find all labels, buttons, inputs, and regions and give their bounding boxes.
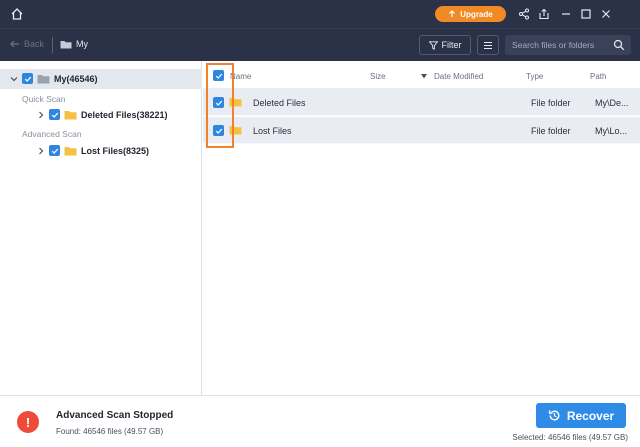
folder-icon bbox=[229, 98, 242, 107]
lost-files-label: Lost Files(8325) bbox=[81, 145, 150, 156]
folder-tree-panel: My(46546) Quick Scan Deleted Files(38221… bbox=[0, 61, 202, 395]
checkmark-icon bbox=[51, 112, 58, 118]
table-row[interactable]: Lost Files File folder My\Lo... bbox=[203, 117, 640, 144]
tree-root-label: My(46546) bbox=[54, 73, 98, 84]
filter-icon bbox=[428, 40, 438, 50]
deleted-files-label: Deleted Files(38221) bbox=[81, 109, 168, 120]
checkmark-icon bbox=[24, 76, 31, 82]
row-path: My\Lo... bbox=[595, 126, 628, 136]
search-input[interactable] bbox=[512, 40, 612, 50]
nav-bar: Back My Filter bbox=[0, 28, 640, 61]
upgrade-label: Upgrade bbox=[460, 9, 493, 19]
close-icon[interactable] bbox=[600, 8, 612, 20]
recover-button[interactable]: Recover bbox=[536, 403, 626, 428]
search-icon[interactable] bbox=[613, 39, 625, 51]
checkmark-icon bbox=[215, 100, 222, 106]
view-menu-button[interactable] bbox=[477, 35, 499, 55]
checkmark-icon bbox=[215, 73, 222, 79]
table-row[interactable]: Deleted Files File folder My\De... bbox=[203, 89, 640, 116]
share-icon[interactable] bbox=[518, 8, 530, 20]
folder-icon bbox=[64, 110, 77, 119]
back-label: Back bbox=[24, 39, 45, 49]
upgrade-button[interactable]: Upgrade bbox=[435, 6, 506, 22]
chevron-right-icon[interactable] bbox=[37, 147, 45, 155]
column-type[interactable]: Type bbox=[526, 72, 543, 81]
hamburger-icon bbox=[484, 41, 492, 49]
sort-down-icon[interactable] bbox=[421, 74, 427, 79]
minimize-icon[interactable] bbox=[560, 8, 572, 20]
advanced-scan-heading: Advanced Scan bbox=[22, 129, 82, 139]
selected-files-text: Selected: 46546 files (49.57 GB) bbox=[512, 433, 628, 442]
scan-status-title: Advanced Scan Stopped bbox=[56, 410, 174, 421]
tree-item-lost-files[interactable]: Lost Files(8325) bbox=[37, 145, 149, 156]
status-bar: ! Advanced Scan Stopped Found: 46546 fil… bbox=[0, 395, 640, 447]
filter-button[interactable]: Filter bbox=[419, 35, 471, 55]
chevron-right-icon[interactable] bbox=[37, 111, 45, 119]
row-type: File folder bbox=[531, 98, 571, 108]
quick-scan-heading: Quick Scan bbox=[22, 94, 66, 104]
row-checkbox[interactable] bbox=[213, 97, 224, 108]
checkmark-icon bbox=[215, 128, 222, 134]
deleted-files-checkbox[interactable] bbox=[49, 109, 60, 120]
folder-icon bbox=[64, 146, 77, 155]
checkmark-icon bbox=[51, 148, 58, 154]
search-box bbox=[505, 35, 631, 55]
folder-icon bbox=[229, 126, 242, 135]
maximize-icon[interactable] bbox=[580, 8, 592, 20]
breadcrumb[interactable]: My bbox=[60, 39, 88, 49]
row-type: File folder bbox=[531, 126, 571, 136]
folder-icon bbox=[37, 74, 50, 83]
row-path: My\De... bbox=[595, 98, 629, 108]
row-name: Deleted Files bbox=[253, 98, 306, 108]
row-checkbox[interactable] bbox=[213, 125, 224, 136]
select-all-checkbox[interactable] bbox=[213, 70, 224, 81]
title-bar: Upgrade bbox=[0, 0, 640, 28]
root-checkbox[interactable] bbox=[22, 73, 33, 84]
nav-divider bbox=[52, 37, 53, 53]
file-list-panel: Name Size Date Modified Type Path Delete… bbox=[203, 61, 640, 395]
breadcrumb-label: My bbox=[76, 39, 88, 49]
tree-item-deleted-files[interactable]: Deleted Files(38221) bbox=[37, 109, 168, 120]
back-button[interactable]: Back bbox=[10, 39, 44, 49]
column-date-modified[interactable]: Date Modified bbox=[434, 72, 483, 81]
home-icon[interactable] bbox=[10, 7, 24, 21]
filter-label: Filter bbox=[441, 40, 462, 50]
arrow-up-icon bbox=[449, 10, 456, 17]
column-size[interactable]: Size bbox=[370, 72, 386, 81]
column-name[interactable]: Name bbox=[230, 72, 251, 81]
export-icon[interactable] bbox=[538, 8, 550, 20]
lost-files-checkbox[interactable] bbox=[49, 145, 60, 156]
recover-label: Recover bbox=[566, 408, 615, 423]
column-path[interactable]: Path bbox=[590, 72, 606, 81]
found-files-text: Found: 46546 files (49.57 GB) bbox=[56, 427, 164, 436]
arrow-left-icon bbox=[10, 40, 19, 48]
recover-icon bbox=[548, 410, 560, 421]
folder-icon bbox=[60, 40, 72, 48]
tree-item-root[interactable]: My(46546) bbox=[10, 73, 98, 84]
row-name: Lost Files bbox=[253, 126, 292, 136]
alert-icon: ! bbox=[17, 411, 39, 433]
list-header: Name Size Date Modified Type Path bbox=[203, 61, 640, 89]
chevron-down-icon[interactable] bbox=[10, 75, 18, 83]
